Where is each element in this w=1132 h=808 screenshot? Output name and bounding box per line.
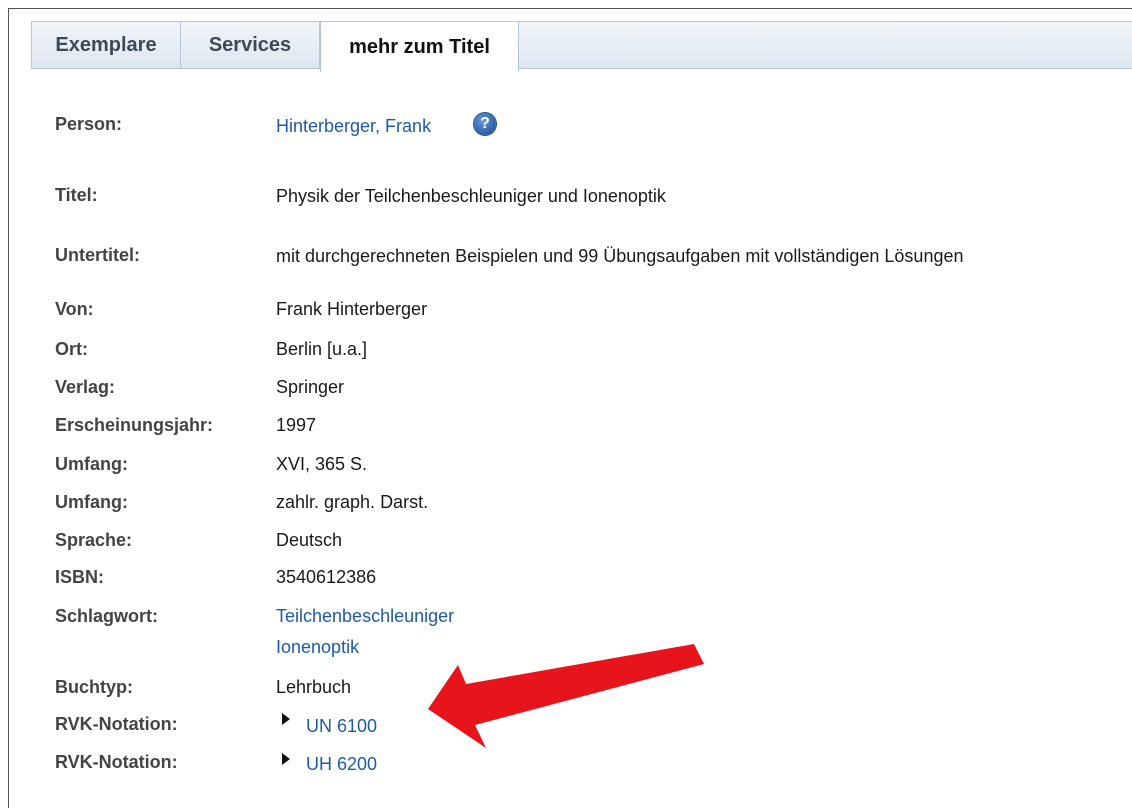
- annotation-arrow-icon: [428, 644, 704, 748]
